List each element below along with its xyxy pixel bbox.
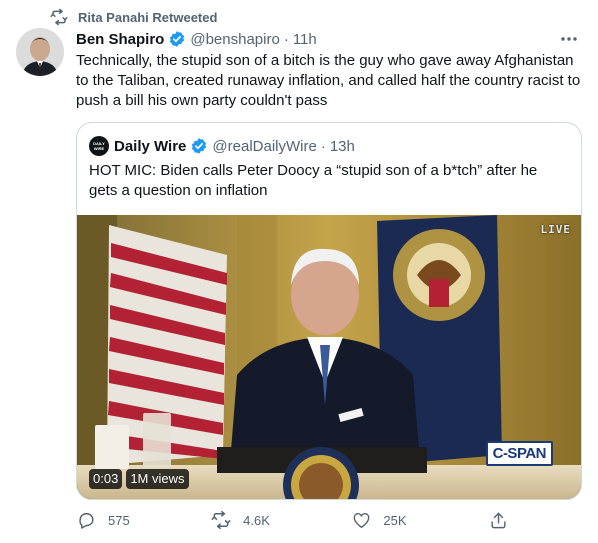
retweet-context[interactable]: Rita Panahi Retweeted bbox=[50, 8, 217, 26]
quoted-author-name[interactable]: Daily Wire bbox=[114, 138, 186, 155]
video-views: 1M views bbox=[126, 469, 189, 489]
quoted-timestamp[interactable]: 13h bbox=[330, 138, 355, 155]
more-options-icon[interactable] bbox=[558, 29, 580, 49]
tweet-header: Ben Shapiro @benshapiro · 11h bbox=[76, 29, 580, 49]
quoted-tweet-text: HOT MIC: Biden calls Peter Doocy a “stup… bbox=[89, 162, 538, 199]
video-overlay: 0:03 1M views bbox=[89, 469, 189, 489]
share-icon bbox=[488, 510, 508, 530]
retweet-count: 4.6K bbox=[243, 512, 270, 528]
live-tag: LIVE bbox=[540, 223, 571, 236]
quoted-tweet[interactable]: DAILY WIRE Daily Wire @realDailyWire · 1… bbox=[76, 122, 582, 500]
network-logo: C-SPAN bbox=[485, 441, 553, 466]
quoted-tweet-header: DAILY WIRE Daily Wire @realDailyWire · 1… bbox=[89, 136, 355, 156]
retweet-icon bbox=[211, 510, 231, 530]
share-button[interactable] bbox=[488, 510, 508, 530]
author-name[interactable]: Ben Shapiro bbox=[76, 31, 164, 48]
like-count: 25K bbox=[383, 512, 407, 528]
quoted-avatar[interactable]: DAILY WIRE bbox=[89, 136, 109, 156]
like-button[interactable]: 25K bbox=[351, 510, 407, 530]
reply-icon bbox=[76, 510, 96, 530]
separator-dot: · bbox=[283, 30, 289, 48]
retweet-button[interactable]: 4.6K bbox=[211, 510, 270, 530]
quoted-author-handle[interactable]: @realDailyWire bbox=[212, 138, 316, 155]
tweet-actions: 575 4.6K 25K bbox=[76, 510, 508, 530]
verified-badge-icon bbox=[168, 30, 186, 48]
retweet-icon bbox=[50, 8, 68, 26]
video-player[interactable]: LIVE C-SPAN 0:03 1M views bbox=[77, 215, 581, 499]
reply-count: 575 bbox=[108, 512, 130, 528]
separator-dot: · bbox=[320, 137, 326, 155]
tweet-timestamp[interactable]: 11h bbox=[293, 31, 317, 48]
tweet-text: Technically, the stupid son of a bitch i… bbox=[76, 52, 581, 109]
verified-badge-icon bbox=[190, 137, 208, 155]
video-duration: 0:03 bbox=[89, 469, 123, 489]
retweeted-by-label: Rita Panahi Retweeted bbox=[78, 9, 218, 25]
avatar[interactable] bbox=[16, 28, 64, 76]
author-handle[interactable]: @benshapiro bbox=[190, 31, 279, 48]
heart-icon bbox=[351, 510, 371, 530]
reply-button[interactable]: 575 bbox=[76, 510, 130, 530]
